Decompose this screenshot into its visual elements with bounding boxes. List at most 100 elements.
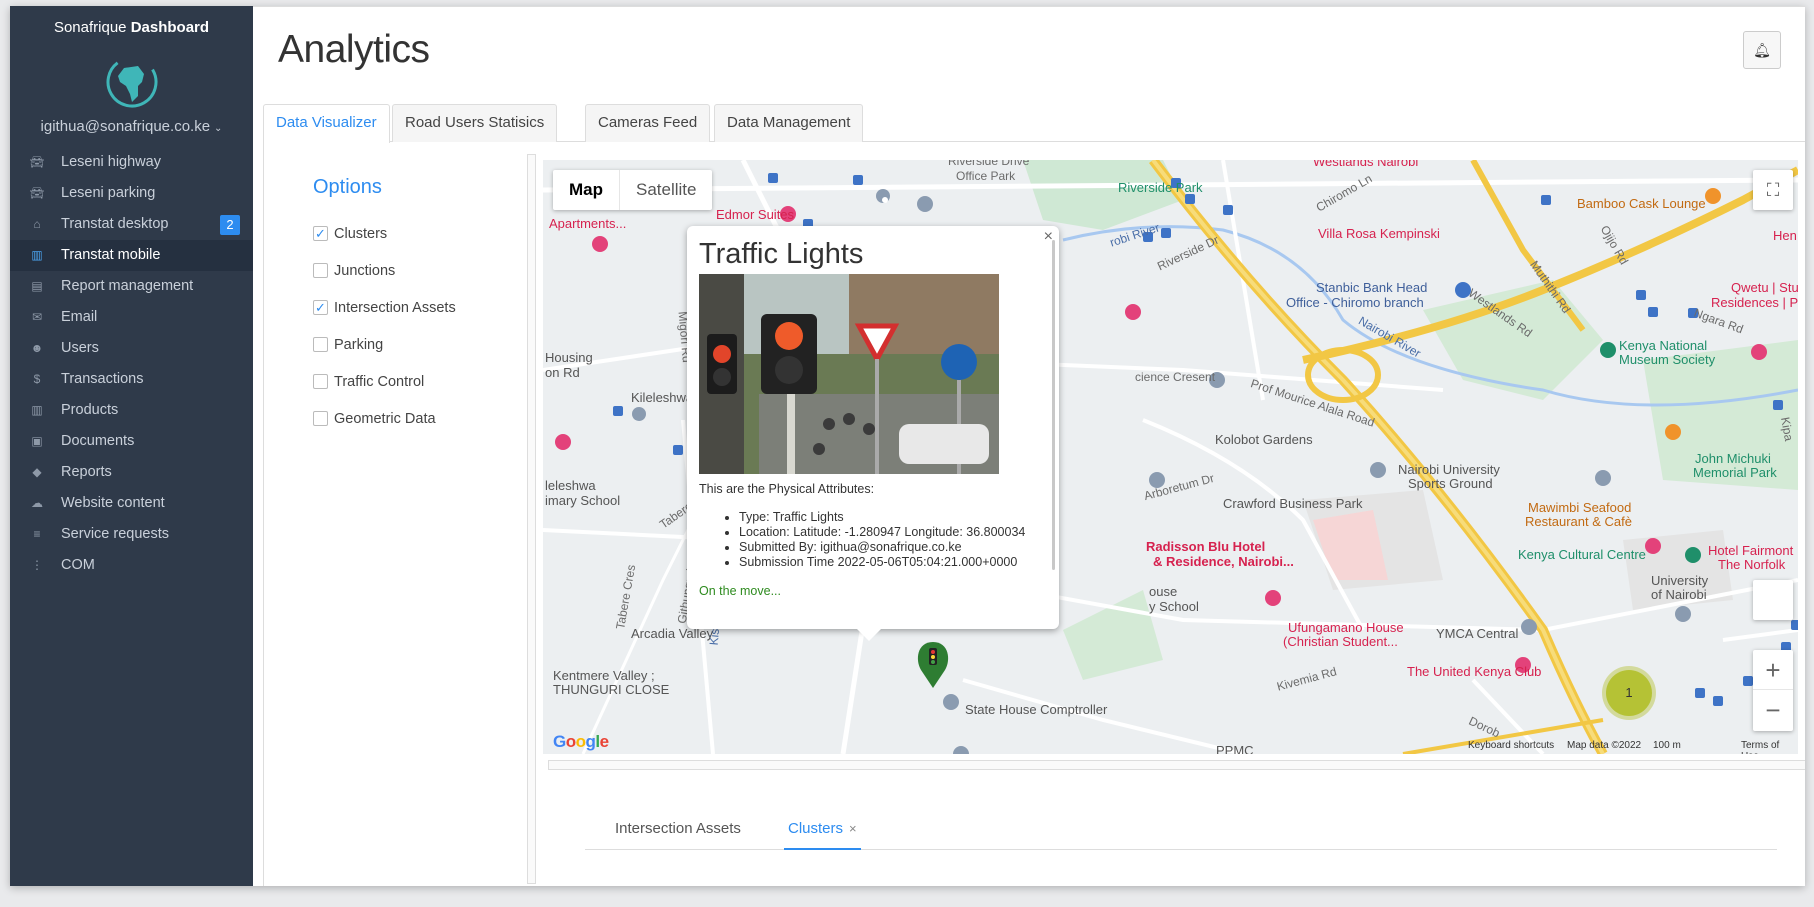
sidebar-item-documents[interactable]: ▣ Documents [10, 426, 253, 457]
google-logo: Google [553, 732, 609, 751]
info-attributes-list: Type: Traffic Lights Location: Latitude:… [739, 510, 1025, 570]
map-label: Kentmere Valley ; [553, 668, 655, 683]
user-menu[interactable]: igithua@sonafrique.co.ke ⌄ [10, 118, 253, 135]
map-label: Memorial Park [1693, 465, 1777, 480]
tab-road-users-statistics[interactable]: Road Users Statisics [392, 104, 558, 142]
map-label: University [1651, 573, 1709, 588]
satellite-button[interactable]: Satellite [620, 170, 712, 210]
checkbox[interactable] [313, 337, 328, 352]
sidebar-item-service-requests[interactable]: ≡ Service requests [10, 519, 253, 550]
traffic-light-photo [699, 274, 999, 474]
map-label: Edmor Suites [716, 207, 795, 222]
map-label: Hen [1773, 228, 1797, 243]
tab-cameras-feed[interactable]: Cameras Feed [585, 104, 711, 142]
checkbox[interactable] [313, 411, 328, 426]
zoom-in-icon[interactable]: + [1753, 650, 1793, 690]
list-item: Location: Latitude: -1.280947 Longitude:… [739, 525, 1025, 540]
map[interactable]: Riverside Drive Office Park Westlands Na… [543, 160, 1798, 754]
notifications-button[interactable]: 🔔︎ [1743, 31, 1781, 69]
checkbox[interactable] [313, 224, 328, 244]
tab-data-management[interactable]: Data Management [714, 104, 864, 142]
sidebar: Sonafrique Dashboard igithua@sonafrique.… [10, 6, 253, 886]
map-label: Kolobot Gardens [1215, 432, 1313, 447]
map-label: Museum Society [1619, 352, 1716, 367]
map-label: Bamboo Cask Lounge [1577, 196, 1706, 211]
option-junctions[interactable]: Junctions [313, 261, 395, 281]
map-label: The United Kenya Club [1407, 664, 1542, 679]
map-label: & Residence, Nairobi... [1153, 554, 1294, 569]
list-item: Submission Time 2022-05-06T05:04:21.000+… [739, 555, 1025, 570]
inbox-icon: ▤ [31, 279, 43, 293]
resize-handle-vertical[interactable] [527, 154, 536, 884]
map-button[interactable]: Map [553, 170, 620, 210]
map-label: Villa Rosa Kempinski [1318, 226, 1440, 241]
sidebar-item-leseni-highway[interactable]: 🚘︎ Leseni highway [10, 147, 253, 178]
sidebar-item-reports[interactable]: ◆ Reports [10, 457, 253, 488]
sidebar-item-leseni-parking[interactable]: 🚘︎ Leseni parking [10, 178, 253, 209]
top-border [253, 6, 1805, 7]
map-label: imary School [545, 493, 621, 508]
map-label: cience Cresent [1135, 370, 1216, 384]
street-view-pegman-button[interactable] [1753, 580, 1793, 620]
checkbox[interactable] [313, 263, 328, 278]
map-label: Mawimbi Seafood [1528, 500, 1632, 515]
bottom-tabs: Intersection Assets Clusters × [585, 818, 1777, 850]
checkbox[interactable] [313, 298, 328, 318]
tab-clusters[interactable]: Clusters × [784, 818, 861, 850]
sidebar-item-report-management[interactable]: ▤ Report management [10, 271, 253, 302]
keyboard-shortcuts-link[interactable]: Keyboard shortcuts [1468, 740, 1554, 751]
map-label: on Rd [545, 365, 580, 380]
sidebar-item-users[interactable]: ☻ Users [10, 333, 253, 364]
map-label: (Christian Student... [1283, 634, 1398, 649]
map-label: y School [1149, 599, 1199, 614]
map-label: Apartments... [549, 216, 627, 231]
map-label: Westlands Nairobi [1313, 160, 1419, 169]
map-label: Kenya National [1619, 338, 1708, 353]
app-window: Sonafrique Dashboard igithua@sonafrique.… [10, 6, 1805, 886]
option-traffic-control[interactable]: Traffic Control [313, 372, 424, 392]
resize-handle-horizontal[interactable] [548, 760, 1805, 770]
map-label: Riverside Park [1118, 180, 1203, 195]
notification-badge: 2 [220, 215, 240, 235]
info-intro: This are the Physical Attributes: [699, 482, 875, 496]
option-parking[interactable]: Parking [313, 335, 383, 355]
sidebar-item-website-content[interactable]: ☁ Website content [10, 488, 253, 519]
map-label: YMCA Central [1436, 626, 1519, 641]
sidebar-item-products[interactable]: ▥ Products [10, 395, 253, 426]
fullscreen-icon[interactable]: ⛶ [1753, 170, 1793, 210]
sidebar-item-email[interactable]: ✉ Email [10, 302, 253, 333]
option-intersection-assets[interactable]: Intersection Assets [313, 298, 456, 318]
map-label: Sports Ground [1408, 476, 1493, 491]
cloud-upload-icon: ☁ [31, 496, 43, 510]
map-label: leleshwa [545, 478, 596, 493]
map-label: State House Comptroller [965, 702, 1108, 717]
database-icon: ≡ [33, 527, 41, 541]
close-icon[interactable]: × [849, 821, 857, 836]
bar-chart-icon: ▥ [31, 248, 43, 262]
option-clusters[interactable]: Clusters [313, 224, 387, 244]
map-label: Kenya Cultural Centre [1518, 547, 1646, 562]
dollar-icon: $ [33, 372, 41, 386]
sidebar-item-transtat-mobile[interactable]: ▥ Transtat mobile [10, 240, 253, 271]
zoom-control: + − [1753, 650, 1793, 731]
terms-of-use-link[interactable]: Terms of Use [1741, 740, 1798, 754]
africa-logo-icon [102, 52, 162, 112]
option-geometric-data[interactable]: Geometric Data [313, 409, 436, 429]
info-title: Traffic Lights [699, 238, 864, 270]
sidebar-item-transtat-desktop[interactable]: ⌂ Transtat desktop 2 [10, 209, 253, 240]
map-label: Ufungamano House [1288, 620, 1404, 635]
map-label: Residences | Parklar [1711, 295, 1798, 310]
sidebar-item-transactions[interactable]: $ Transactions [10, 364, 253, 395]
tab-data-visualizer[interactable]: Data Visualizer [263, 104, 390, 143]
bell-icon: 🔔︎ [1753, 42, 1771, 58]
zoom-out-icon[interactable]: − [1753, 690, 1793, 730]
more-vertical-icon: ⋮ [31, 558, 43, 572]
tab-intersection-assets[interactable]: Intersection Assets [615, 818, 741, 850]
map-label: Radisson Blu Hotel [1146, 539, 1266, 554]
cluster-marker[interactable]: 1 [1606, 670, 1652, 716]
map-label: Hotel Fairmont [1708, 543, 1794, 558]
sidebar-item-com[interactable]: ⋮ COM [10, 550, 253, 581]
scrollbar[interactable] [1052, 240, 1055, 570]
map-label: ouse [1149, 584, 1178, 599]
checkbox[interactable] [313, 374, 328, 389]
